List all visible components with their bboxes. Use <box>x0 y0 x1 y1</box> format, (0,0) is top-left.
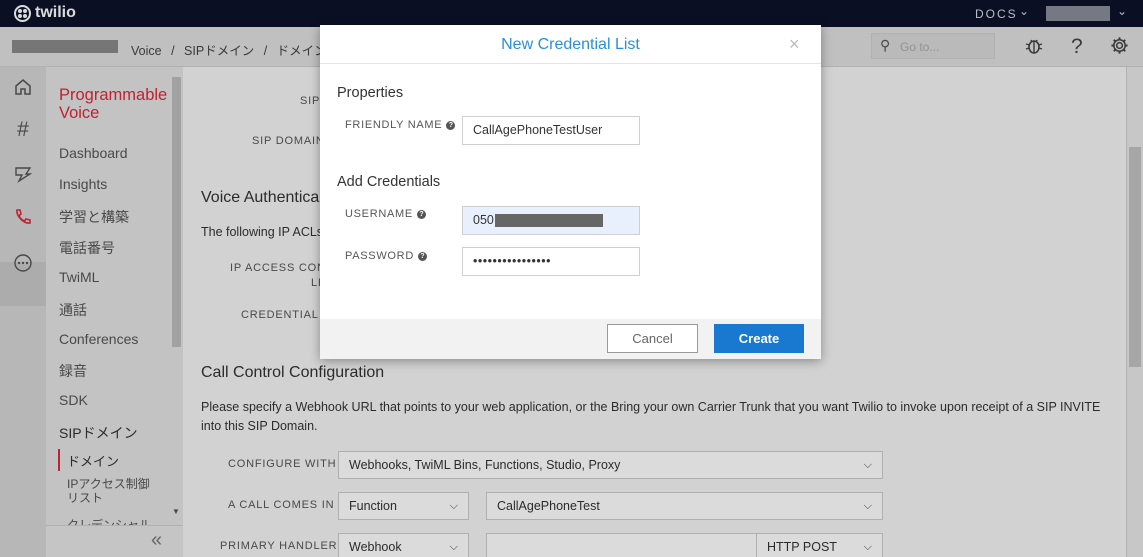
friendly-name-value: CallAgePhoneTestUser <box>473 123 603 137</box>
help-icon[interactable]: ? <box>417 251 427 261</box>
username-label: USERNAME? <box>345 208 426 220</box>
help-icon[interactable]: ? <box>416 209 426 219</box>
help-icon[interactable]: ? <box>446 120 456 130</box>
password-input[interactable]: •••••••••••••••• <box>462 247 640 276</box>
username-label-text: USERNAME <box>345 208 413 220</box>
password-value: •••••••••••••••• <box>473 254 552 268</box>
friendly-name-input[interactable]: CallAgePhoneTestUser <box>462 116 640 145</box>
divider <box>320 63 821 64</box>
new-credential-list-dialog: New Credential List × Properties FRIENDL… <box>320 25 821 359</box>
create-button[interactable]: Create <box>714 324 804 353</box>
close-icon[interactable]: × <box>789 34 800 55</box>
username-redacted <box>494 214 603 228</box>
cancel-button[interactable]: Cancel <box>607 324 698 353</box>
password-label: PASSWORD? <box>345 250 427 262</box>
friendly-name-label-text: FRIENDLY NAME <box>345 119 443 131</box>
dialog-title: New Credential List <box>501 36 640 53</box>
password-label-text: PASSWORD <box>345 250 414 262</box>
friendly-name-label: FRIENDLY NAME? <box>345 119 456 131</box>
add-credentials-heading: Add Credentials <box>337 174 441 190</box>
properties-heading: Properties <box>337 85 404 101</box>
username-value: 050 <box>473 213 494 227</box>
username-input[interactable]: 050 <box>462 206 640 235</box>
